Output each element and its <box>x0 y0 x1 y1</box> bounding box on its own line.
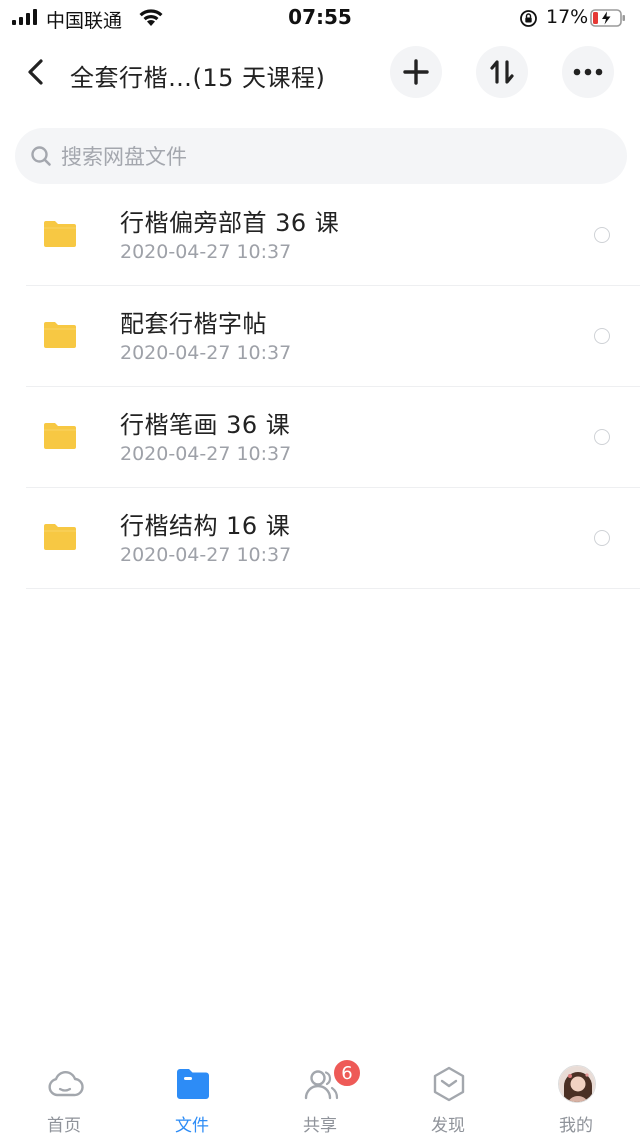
chevron-left-icon <box>28 59 43 85</box>
folder-icon <box>44 322 76 348</box>
folder-icon <box>177 1069 209 1099</box>
plus-icon <box>403 59 429 85</box>
file-name: 行楷笔画 36 课 <box>120 411 291 439</box>
select-checkbox[interactable] <box>594 429 610 445</box>
tab-home-label: 首页 <box>47 1116 81 1136</box>
tab-share[interactable]: 共享 <box>256 1050 384 1138</box>
file-list: 行楷偏旁部首 36 课 2020-04-27 10:37 配套行楷字帖 2020… <box>0 185 640 589</box>
hexagon-discover-icon <box>433 1066 465 1102</box>
header-bar: 全套行楷…(15 天课程) <box>0 44 640 102</box>
file-date: 2020-04-27 10:37 <box>120 544 292 566</box>
add-button[interactable] <box>390 46 442 98</box>
back-button[interactable] <box>20 56 52 88</box>
file-name: 配套行楷字帖 <box>120 310 267 338</box>
bottom-nav: 首页 文件 共享 6 发现 我的 <box>0 1050 640 1138</box>
file-name: 行楷结构 16 课 <box>120 512 291 540</box>
status-bar: 中国联通 07:55 17% <box>0 0 640 38</box>
divider <box>26 588 640 589</box>
tab-files-label: 文件 <box>175 1116 209 1136</box>
tab-mine[interactable]: 我的 <box>512 1050 640 1138</box>
clock: 07:55 <box>288 5 352 29</box>
cloud-icon <box>48 1071 84 1097</box>
tab-home[interactable]: 首页 <box>0 1050 128 1138</box>
list-item[interactable]: 行楷偏旁部首 36 课 2020-04-27 10:37 <box>0 185 640 286</box>
file-date: 2020-04-27 10:37 <box>120 241 292 263</box>
more-options-button[interactable] <box>562 46 614 98</box>
page-title: 全套行楷…(15 天课程) <box>70 64 326 92</box>
tab-share-label: 共享 <box>303 1116 337 1136</box>
select-checkbox[interactable] <box>594 328 610 344</box>
search-placeholder: 搜索网盘文件 <box>61 145 187 169</box>
sort-button[interactable] <box>476 46 528 98</box>
list-item[interactable]: 配套行楷字帖 2020-04-27 10:37 <box>0 286 640 387</box>
file-name: 行楷偏旁部首 36 课 <box>120 209 340 237</box>
select-checkbox[interactable] <box>594 530 610 546</box>
tab-files[interactable]: 文件 <box>128 1050 256 1138</box>
avatar <box>558 1065 596 1103</box>
sort-arrows-icon <box>490 60 514 84</box>
rotation-lock-icon <box>520 10 537 27</box>
share-badge: 6 <box>332 1058 362 1088</box>
battery-low-icon <box>590 9 625 27</box>
ellipsis-icon <box>573 68 603 76</box>
tab-discover[interactable]: 发现 <box>384 1050 512 1138</box>
tab-discover-label: 发现 <box>431 1116 465 1136</box>
search-input[interactable]: 搜索网盘文件 <box>15 128 627 184</box>
folder-icon <box>44 423 76 449</box>
search-icon <box>31 146 51 166</box>
file-date: 2020-04-27 10:37 <box>120 443 292 465</box>
battery-percent: 17% <box>546 6 589 28</box>
folder-icon <box>44 221 76 247</box>
folder-icon <box>44 524 76 550</box>
list-item[interactable]: 行楷结构 16 课 2020-04-27 10:37 <box>0 488 640 589</box>
list-item[interactable]: 行楷笔画 36 课 2020-04-27 10:37 <box>0 387 640 488</box>
file-date: 2020-04-27 10:37 <box>120 342 292 364</box>
select-checkbox[interactable] <box>594 227 610 243</box>
tab-mine-label: 我的 <box>559 1116 593 1136</box>
